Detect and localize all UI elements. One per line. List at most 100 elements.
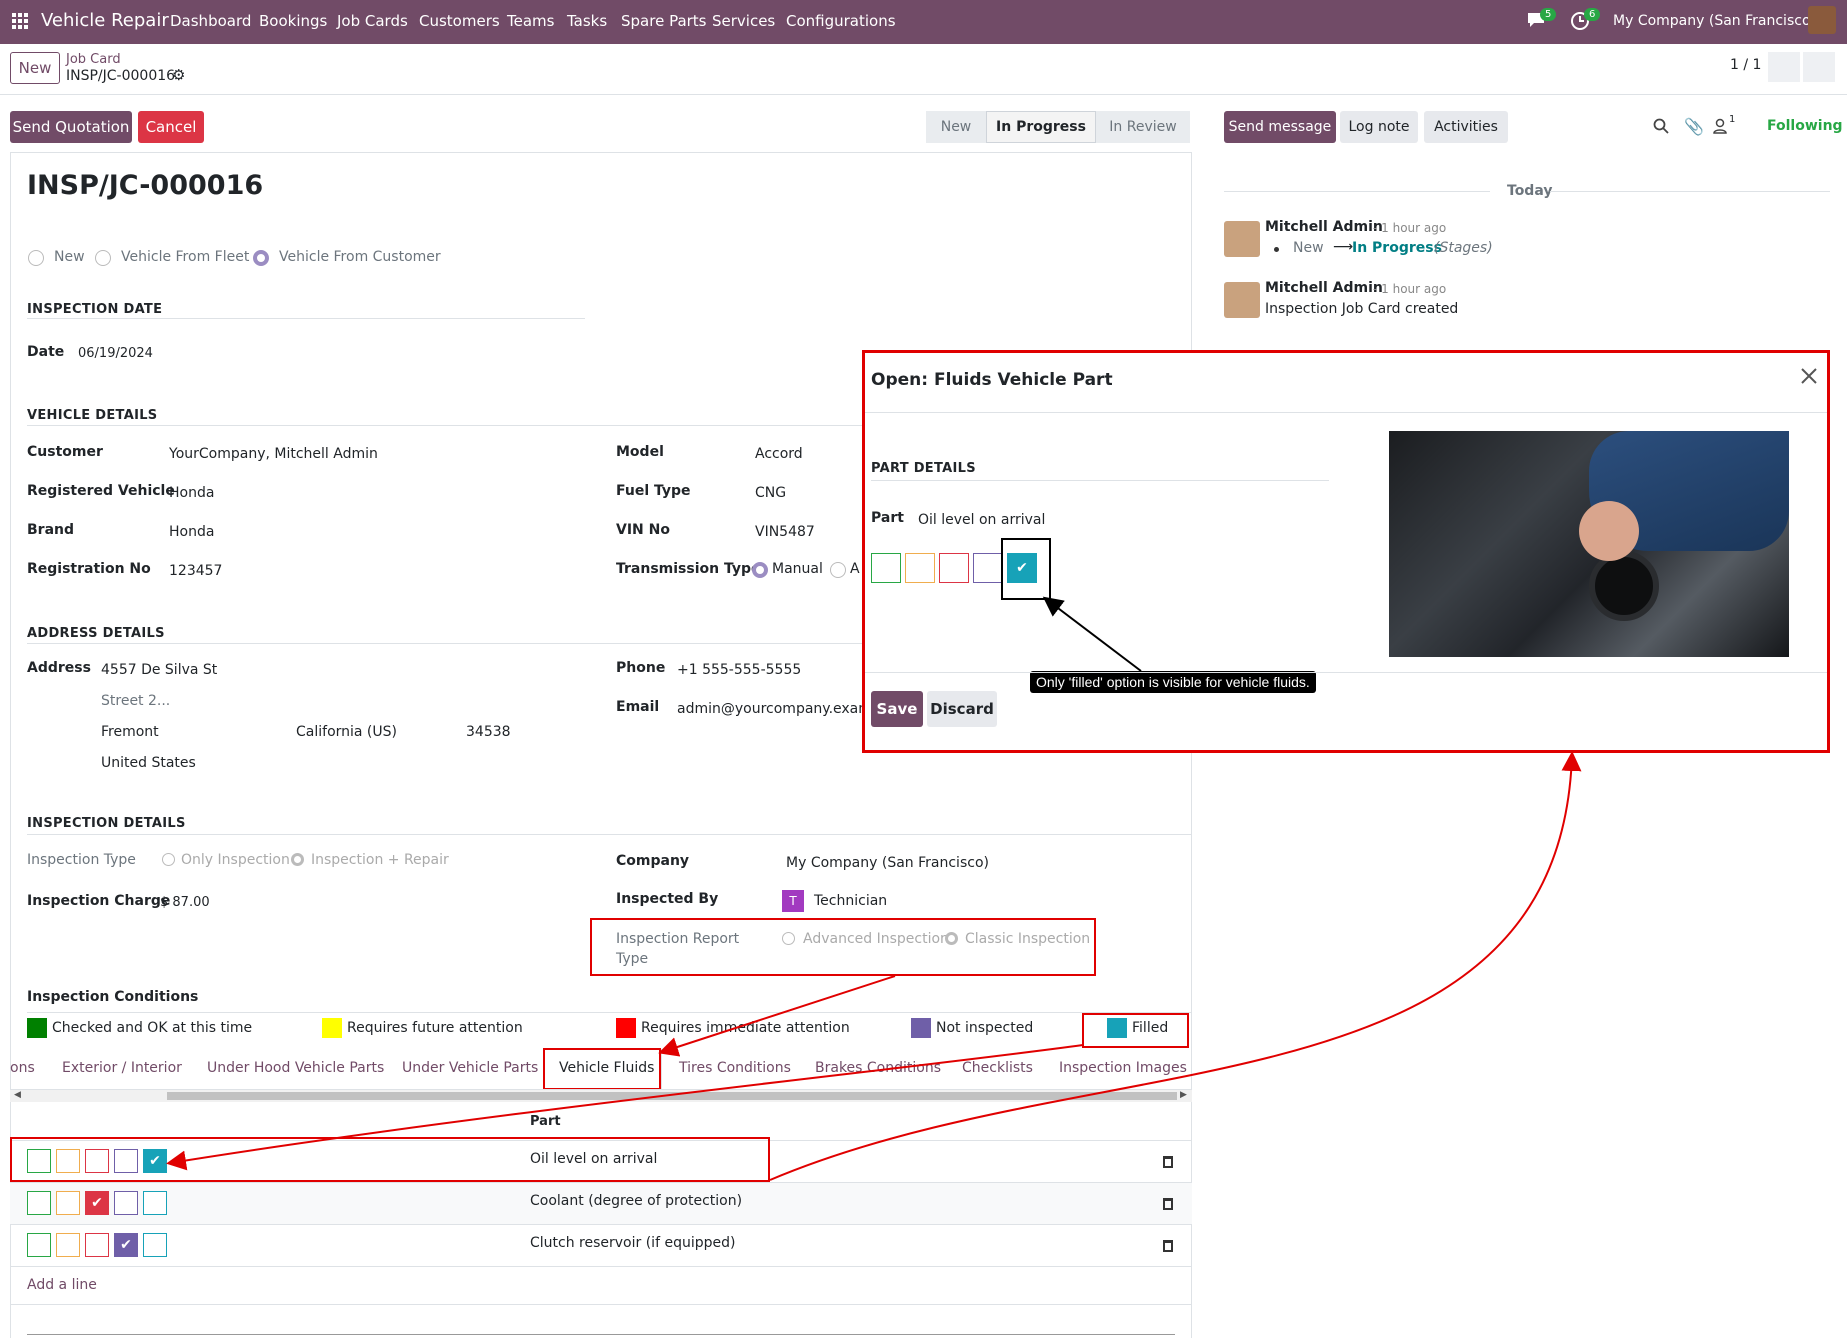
tab-options[interactable]: ons bbox=[10, 1060, 35, 1076]
radio-manual[interactable] bbox=[752, 562, 768, 578]
phone-field[interactable]: +1 555-555-5555 bbox=[677, 662, 801, 678]
street-field[interactable]: 4557 De Silva St bbox=[101, 662, 217, 678]
table-footer-divider bbox=[10, 1304, 1192, 1305]
user-avatar[interactable] bbox=[1808, 6, 1836, 34]
tab-tires-conditions[interactable]: Tires Conditions bbox=[679, 1060, 791, 1076]
part-cell: Clutch reservoir (if equipped) bbox=[530, 1235, 736, 1251]
send-message-button[interactable]: Send message bbox=[1224, 111, 1336, 143]
inspection-charge-field[interactable]: $ 87.00 bbox=[160, 895, 210, 910]
radio-vehicle-from-customer[interactable] bbox=[253, 250, 269, 266]
message-body: Inspection Job Card created bbox=[1265, 301, 1459, 317]
app-name[interactable]: Vehicle Repair bbox=[41, 10, 169, 31]
company-switcher[interactable]: My Company (San Francisco) bbox=[1613, 13, 1816, 29]
activities-button[interactable]: Activities bbox=[1424, 111, 1508, 143]
apps-menu-icon[interactable] bbox=[12, 13, 28, 33]
dialog-section-part-details: PART DETAILS bbox=[871, 461, 976, 476]
log-note-button[interactable]: Log note bbox=[1340, 111, 1418, 143]
add-line-link[interactable]: Add a line bbox=[27, 1277, 97, 1293]
pager: 1 / 1 bbox=[1730, 57, 1762, 73]
trash-icon[interactable] bbox=[1163, 1198, 1173, 1210]
radio-vehicle-from-fleet[interactable] bbox=[95, 250, 111, 266]
fuel-type-field[interactable]: CNG bbox=[755, 485, 786, 501]
dialog-status-box-immediate[interactable] bbox=[939, 553, 969, 583]
status-box-not-inspected-checked[interactable]: ✔ bbox=[114, 1233, 138, 1257]
menu-customers[interactable]: Customers bbox=[419, 12, 500, 30]
cancel-button[interactable]: Cancel bbox=[138, 111, 204, 143]
menu-spare-parts[interactable]: Spare Parts bbox=[621, 12, 707, 30]
dialog-part-field[interactable]: Oil level on arrival bbox=[918, 512, 1045, 528]
menu-configurations[interactable]: Configurations bbox=[786, 12, 896, 30]
menu-services[interactable]: Services bbox=[712, 12, 775, 30]
tab-checklists[interactable]: Checklists bbox=[962, 1060, 1033, 1076]
section-inspection-details: INSPECTION DETAILS bbox=[27, 816, 186, 831]
message-author[interactable]: Mitchell Admin bbox=[1265, 280, 1383, 296]
status-box-immediate[interactable] bbox=[85, 1233, 109, 1257]
registered-vehicle-field[interactable]: Honda bbox=[169, 485, 214, 501]
menu-bookings[interactable]: Bookings bbox=[259, 12, 327, 30]
date-field[interactable]: 06/19/2024 bbox=[78, 346, 153, 361]
dialog-save-button[interactable]: Save bbox=[871, 691, 923, 727]
tab-inspection-images[interactable]: Inspection Images bbox=[1059, 1060, 1187, 1076]
scroll-right-icon[interactable]: ▶ bbox=[1180, 1090, 1187, 1100]
status-box-not-inspected[interactable] bbox=[114, 1191, 138, 1215]
status-box-filled[interactable] bbox=[143, 1233, 167, 1257]
scroll-left-icon[interactable]: ◀ bbox=[14, 1090, 21, 1100]
model-field[interactable]: Accord bbox=[755, 446, 803, 462]
stage-new[interactable]: New bbox=[926, 111, 986, 143]
dialog-discard-button[interactable]: Discard bbox=[927, 691, 997, 727]
following-button[interactable]: Following bbox=[1767, 118, 1843, 134]
status-box-future[interactable] bbox=[56, 1233, 80, 1257]
dialog-status-box-ok[interactable] bbox=[871, 553, 901, 583]
close-icon[interactable] bbox=[1799, 366, 1819, 390]
inspected-by-field[interactable]: Technician bbox=[814, 893, 887, 909]
menu-teams[interactable]: Teams bbox=[507, 12, 554, 30]
menu-tasks[interactable]: Tasks bbox=[567, 12, 607, 30]
stage-in-progress[interactable]: In Progress bbox=[986, 111, 1096, 143]
search-icon[interactable] bbox=[1653, 118, 1669, 138]
vin-field[interactable]: VIN5487 bbox=[755, 524, 815, 540]
country-field[interactable]: United States bbox=[101, 755, 196, 771]
legend-green-swatch bbox=[27, 1018, 47, 1038]
message-author[interactable]: Mitchell Admin bbox=[1265, 219, 1383, 235]
status-box-ok[interactable] bbox=[27, 1191, 51, 1215]
highlight-filled-box bbox=[1001, 538, 1051, 600]
tab-under-hood[interactable]: Under Hood Vehicle Parts bbox=[207, 1060, 384, 1076]
stage-in-review[interactable]: In Review bbox=[1096, 111, 1190, 143]
radio-new[interactable] bbox=[28, 250, 44, 266]
city-field[interactable]: Fremont bbox=[101, 724, 159, 740]
radio-fleet-label: Vehicle From Fleet bbox=[121, 249, 250, 265]
registration-field[interactable]: 123457 bbox=[169, 563, 222, 579]
status-box-ok[interactable] bbox=[27, 1233, 51, 1257]
customer-field[interactable]: YourCompany, Mitchell Admin bbox=[169, 446, 378, 462]
tab-exterior-interior[interactable]: Exterior / Interior bbox=[62, 1060, 182, 1076]
scrollbar-thumb[interactable] bbox=[167, 1092, 1177, 1100]
tracking-new-value: In Progress bbox=[1352, 240, 1442, 256]
radio-automatic[interactable] bbox=[830, 562, 846, 578]
menu-job-cards[interactable]: Job Cards bbox=[337, 12, 408, 30]
zip-field[interactable]: 34538 bbox=[466, 724, 511, 740]
dialog-status-box-not-inspected[interactable] bbox=[973, 553, 1003, 583]
status-box-future[interactable] bbox=[56, 1191, 80, 1215]
new-record-button[interactable]: New bbox=[10, 52, 60, 84]
breadcrumb-parent[interactable]: Job Card bbox=[66, 52, 121, 67]
gear-icon[interactable]: ⚙ bbox=[172, 66, 185, 84]
status-box-filled[interactable] bbox=[143, 1191, 167, 1215]
pager-next-button[interactable] bbox=[1803, 52, 1835, 82]
tab-brakes-conditions[interactable]: Brakes Conditions bbox=[815, 1060, 941, 1076]
menu-dashboard[interactable]: Dashboard bbox=[170, 12, 251, 30]
street2-field[interactable]: Street 2... bbox=[101, 693, 170, 709]
paperclip-icon[interactable]: 📎 bbox=[1684, 117, 1704, 136]
pager-prev-button[interactable] bbox=[1768, 52, 1800, 82]
followers-icon[interactable] bbox=[1713, 118, 1727, 138]
state-field[interactable]: California (US) bbox=[296, 724, 397, 740]
trash-icon[interactable] bbox=[1163, 1156, 1173, 1168]
inspection-conditions-title: Inspection Conditions bbox=[27, 989, 199, 1005]
trash-icon[interactable] bbox=[1163, 1240, 1173, 1252]
dialog-status-box-future[interactable] bbox=[905, 553, 935, 583]
brand-field[interactable]: Honda bbox=[169, 524, 214, 540]
send-quotation-button[interactable]: Send Quotation bbox=[10, 111, 132, 143]
company-field[interactable]: My Company (San Francisco) bbox=[786, 855, 989, 871]
email-field[interactable]: admin@yourcompany.examp bbox=[677, 701, 881, 717]
status-box-immediate-checked[interactable]: ✔ bbox=[85, 1191, 109, 1215]
tab-under-vehicle[interactable]: Under Vehicle Parts bbox=[402, 1060, 538, 1076]
